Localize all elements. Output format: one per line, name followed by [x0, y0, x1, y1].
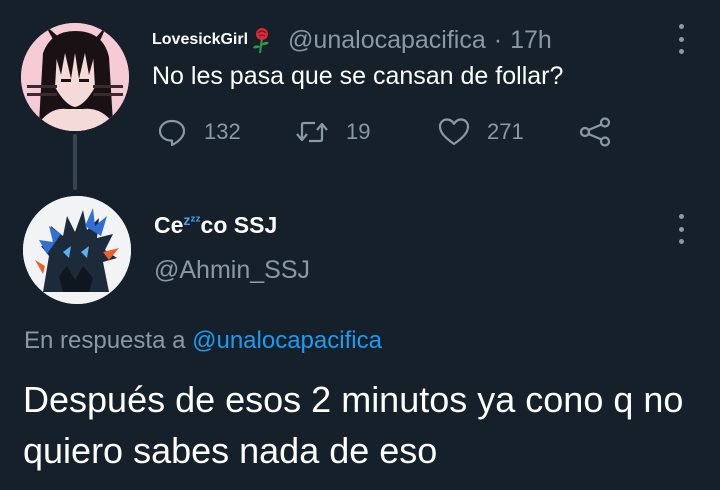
in-reply-to-mention-link[interactable]: @unalocapacifica [192, 327, 382, 354]
reply-button[interactable]: 132 [157, 112, 241, 152]
parent-avatar-image [21, 23, 129, 131]
reply-bubble-icon [157, 117, 187, 147]
share-icon [579, 117, 613, 147]
parent-display-name[interactable]: LovesickGirl [152, 31, 248, 49]
heart-icon [438, 117, 470, 147]
share-button[interactable] [579, 112, 613, 152]
retweet-button[interactable]: 19 [295, 112, 370, 152]
rose-icon [250, 26, 274, 54]
parent-handle[interactable]: @unalocapacifica [288, 26, 486, 55]
like-button[interactable]: 271 [438, 112, 524, 152]
parent-avatar[interactable] [21, 23, 129, 131]
reply-display-name[interactable]: Ce zᶻᶻ co SSJ [154, 212, 277, 239]
parent-action-bar: 132 19 271 [152, 112, 622, 152]
reply-name-part: Ce [154, 212, 184, 238]
in-reply-to-prefix: En respuesta a [24, 327, 186, 354]
retweet-count: 19 [346, 119, 371, 144]
in-reply-to-line: En respuesta a @unalocapacifica [24, 327, 382, 355]
reply-avatar-image [23, 196, 131, 304]
more-dots-icon[interactable] [676, 214, 686, 244]
tweet-thread: LovesickGirl @unalocapacifica · 17h No l… [0, 0, 720, 490]
parent-timestamp[interactable]: 17h [510, 26, 552, 55]
parent-tweet-header: LovesickGirl @unalocapacifica · 17h [152, 22, 552, 58]
like-count: 271 [487, 119, 524, 144]
thread-connector-line [73, 134, 77, 190]
reply-avatar[interactable] [23, 196, 131, 304]
reply-name-part: co SSJ [200, 212, 278, 238]
sleep-zzz-emoji: zᶻᶻ [183, 211, 201, 228]
reply-count: 132 [204, 119, 241, 144]
more-dots-icon[interactable] [676, 24, 686, 54]
reply-tweet-text: Después de esos 2 minutos ya cono q no q… [23, 379, 684, 471]
parent-tweet-text: No les pasa que se cansan de follar? [152, 62, 564, 90]
reply-handle[interactable]: @Ahmin_SSJ [154, 256, 310, 285]
retweet-icon [295, 117, 329, 147]
separator-dot: · [493, 25, 503, 54]
